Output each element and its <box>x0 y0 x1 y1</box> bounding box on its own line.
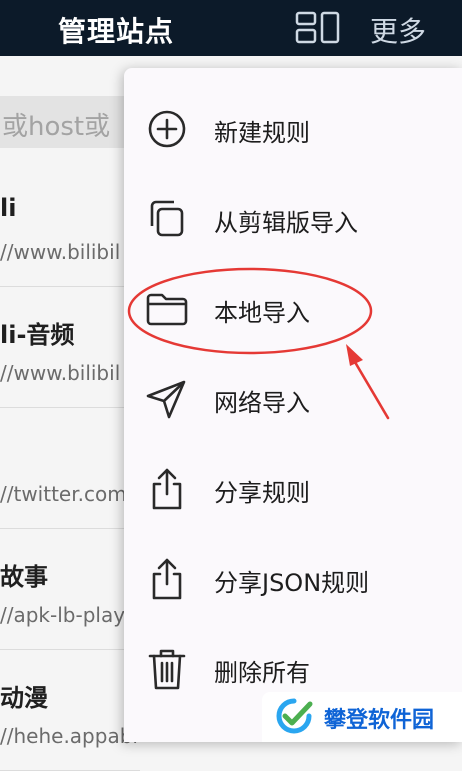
watermark: 攀登软件园 <box>262 692 462 742</box>
search-input[interactable]: 或host或 <box>0 96 140 148</box>
menu-item-label: 分享规则 <box>214 479 310 507</box>
watermark-logo-icon <box>276 698 313 734</box>
share-icon <box>152 468 182 510</box>
menu-item-label: 分享JSON规则 <box>214 569 370 597</box>
menu-item-label: 网络导入 <box>214 389 310 417</box>
menu-item-network-import[interactable]: 网络导入 <box>124 354 462 444</box>
layout-grid-icon[interactable] <box>294 10 342 46</box>
send-icon <box>146 380 186 419</box>
list-item[interactable]: 故事 //apk-lb-play <box>0 529 140 650</box>
menu-item-new-rule[interactable]: 新建规则 <box>124 84 462 174</box>
share-icon <box>152 558 182 600</box>
site-url: //twitter.com <box>0 482 127 506</box>
menu-item-label: 本地导入 <box>214 299 310 327</box>
menu-item-label: 新建规则 <box>214 119 310 147</box>
site-title: 动漫 <box>0 684 48 712</box>
menu-item-label: 从剪辑版导入 <box>214 209 358 237</box>
app-header: 管理站点 更多 <box>0 0 462 56</box>
list-item[interactable]: li-音频 //www.bilibil <box>0 287 140 408</box>
folder-icon <box>146 293 188 326</box>
site-url: //www.bilibil <box>0 361 121 385</box>
site-url: //hehe.appabi.cc <box>0 724 140 748</box>
more-menu: 新建规则 从剪辑版导入 本地导入 网络导入 分享规则 分享JSON规则 删除所有 <box>124 68 462 742</box>
site-url: //www.bilibil <box>0 240 121 264</box>
list-item[interactable]: //twitter.com <box>0 408 140 529</box>
menu-item-label: 删除所有 <box>214 659 310 687</box>
search-placeholder: 或host或 <box>2 112 111 142</box>
menu-item-local-import[interactable]: 本地导入 <box>124 264 462 354</box>
menu-item-share-rule[interactable]: 分享规则 <box>124 444 462 534</box>
copy-icon <box>150 200 184 237</box>
site-url: //apk-lb-play <box>0 603 126 627</box>
add-circle-icon <box>148 110 186 148</box>
trash-icon <box>148 649 186 690</box>
site-title: li-音频 <box>0 321 75 349</box>
site-list: li //www.bilibil li-音频 //www.bilibil //t… <box>0 166 140 771</box>
page-title: 管理站点 <box>58 15 175 48</box>
list-item[interactable]: li //www.bilibil <box>0 166 140 287</box>
list-item[interactable]: 动漫 //hehe.appabi.cc <box>0 650 140 771</box>
site-title: 故事 <box>0 563 48 591</box>
watermark-text: 攀登软件园 <box>324 708 435 733</box>
menu-item-share-json[interactable]: 分享JSON规则 <box>124 534 462 624</box>
site-title: li <box>0 194 17 222</box>
more-button[interactable]: 更多 <box>370 10 426 50</box>
menu-item-import-clipboard[interactable]: 从剪辑版导入 <box>124 174 462 264</box>
